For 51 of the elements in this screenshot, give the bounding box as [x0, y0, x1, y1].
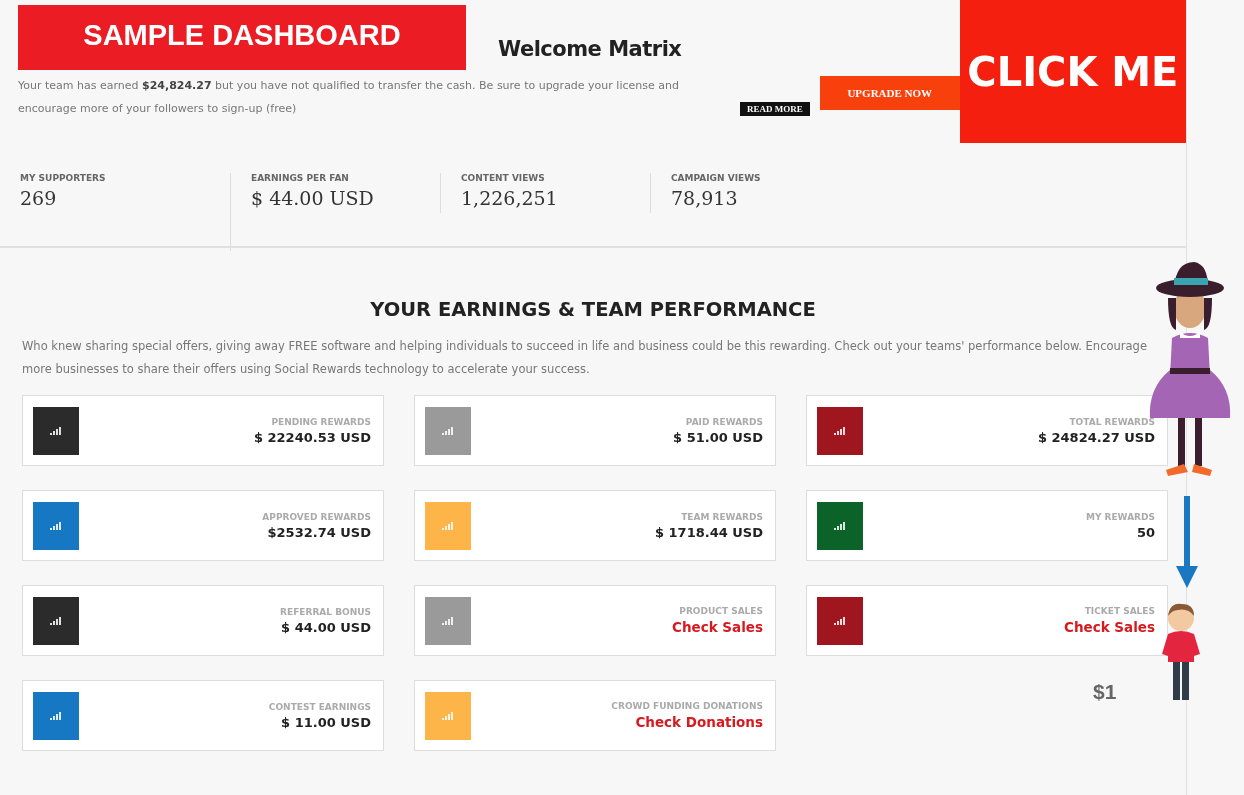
card-label: PENDING REWARDS	[271, 416, 371, 427]
price-label: $1	[1093, 680, 1117, 704]
dashboard-banner: SAMPLE DASHBOARD	[18, 5, 466, 70]
signal-bars-icon	[442, 426, 454, 435]
down-arrow-icon	[1176, 496, 1198, 588]
click-me-banner[interactable]: CLICK ME	[959, 0, 1186, 143]
card-label: TEAM REWARDS	[681, 511, 763, 522]
card-value: $ 22240.53 USD	[253, 429, 371, 445]
card-label: PRODUCT SALES	[679, 606, 763, 616]
signal-bars-icon	[50, 711, 62, 720]
card-link[interactable]: Check Sales	[1064, 619, 1155, 635]
section-title: YOUR EARNINGS & TEAM PERFORMANCE	[369, 298, 817, 321]
signal-bars-icon	[50, 616, 62, 625]
read-more-link[interactable]: READ MORE	[740, 102, 810, 116]
stat-value: 1,226,251	[461, 187, 559, 209]
stat-label: CONTENT VIEWS	[461, 173, 546, 183]
card-label: REFERRAL BONUS	[280, 606, 371, 617]
card-label: PAID REWARDS	[685, 416, 763, 427]
signal-bars-icon	[442, 616, 454, 625]
stat-value: 78,913	[671, 187, 739, 209]
earnings-message: Your team has earned $24,824.27 but you have not qualified to transfer the cash. Be sure to upgrade your license and encourage more of your followers to sign-up (free)	[18, 78, 680, 117]
card-value: $2532.74 USD	[267, 524, 371, 540]
card-link[interactable]: Check Donations	[635, 714, 763, 730]
card-label: MY REWARDS	[1085, 511, 1155, 522]
card-label: TOTAL REWARDS	[1069, 416, 1155, 427]
card-value: $ 11.00 USD	[281, 714, 371, 730]
card-value: $ 44.00 USD	[281, 619, 371, 635]
signal-bars-icon	[50, 521, 62, 530]
card-value: 50	[1136, 524, 1155, 540]
card-label: CONTEST EARNINGS	[268, 701, 371, 712]
card-link[interactable]: Check Sales	[672, 619, 763, 635]
signal-bars-icon	[834, 521, 846, 530]
card-label: CROWD FUNDING DONATIONS	[611, 701, 763, 711]
stat-value: 269	[20, 187, 58, 209]
stat-label: CAMPAIGN VIEWS	[671, 173, 762, 183]
card-value: $ 1718.44 USD	[654, 524, 763, 540]
welcome-title: Welcome Matrix	[498, 35, 682, 61]
signal-bars-icon	[442, 521, 454, 530]
card-value: $ 51.00 USD	[673, 429, 763, 445]
signal-bars-icon	[442, 711, 454, 720]
card-label: APPROVED REWARDS	[262, 511, 371, 522]
stat-value: $ 44.00 USD	[251, 187, 375, 209]
upgrade-now-button[interactable]: UPGRADE NOW	[819, 76, 960, 110]
card-label: TICKET SALES	[1084, 606, 1155, 616]
signal-bars-icon	[834, 616, 846, 625]
stat-label: EARNINGS PER FAN	[251, 173, 350, 183]
stat-label: MY SUPPORTERS	[20, 173, 107, 183]
section-description: Who knew sharing special offers, giving away FREE software and helping individuals to succeed in life and business could be this rewarding. Check out your teams' performance below. Encourage more businesses to share their offers using Social Rewards technology to accelerate your success.	[22, 338, 1148, 378]
signal-bars-icon	[50, 426, 62, 435]
card-value: $ 24824.27 USD	[1037, 429, 1155, 445]
signal-bars-icon	[834, 426, 846, 435]
